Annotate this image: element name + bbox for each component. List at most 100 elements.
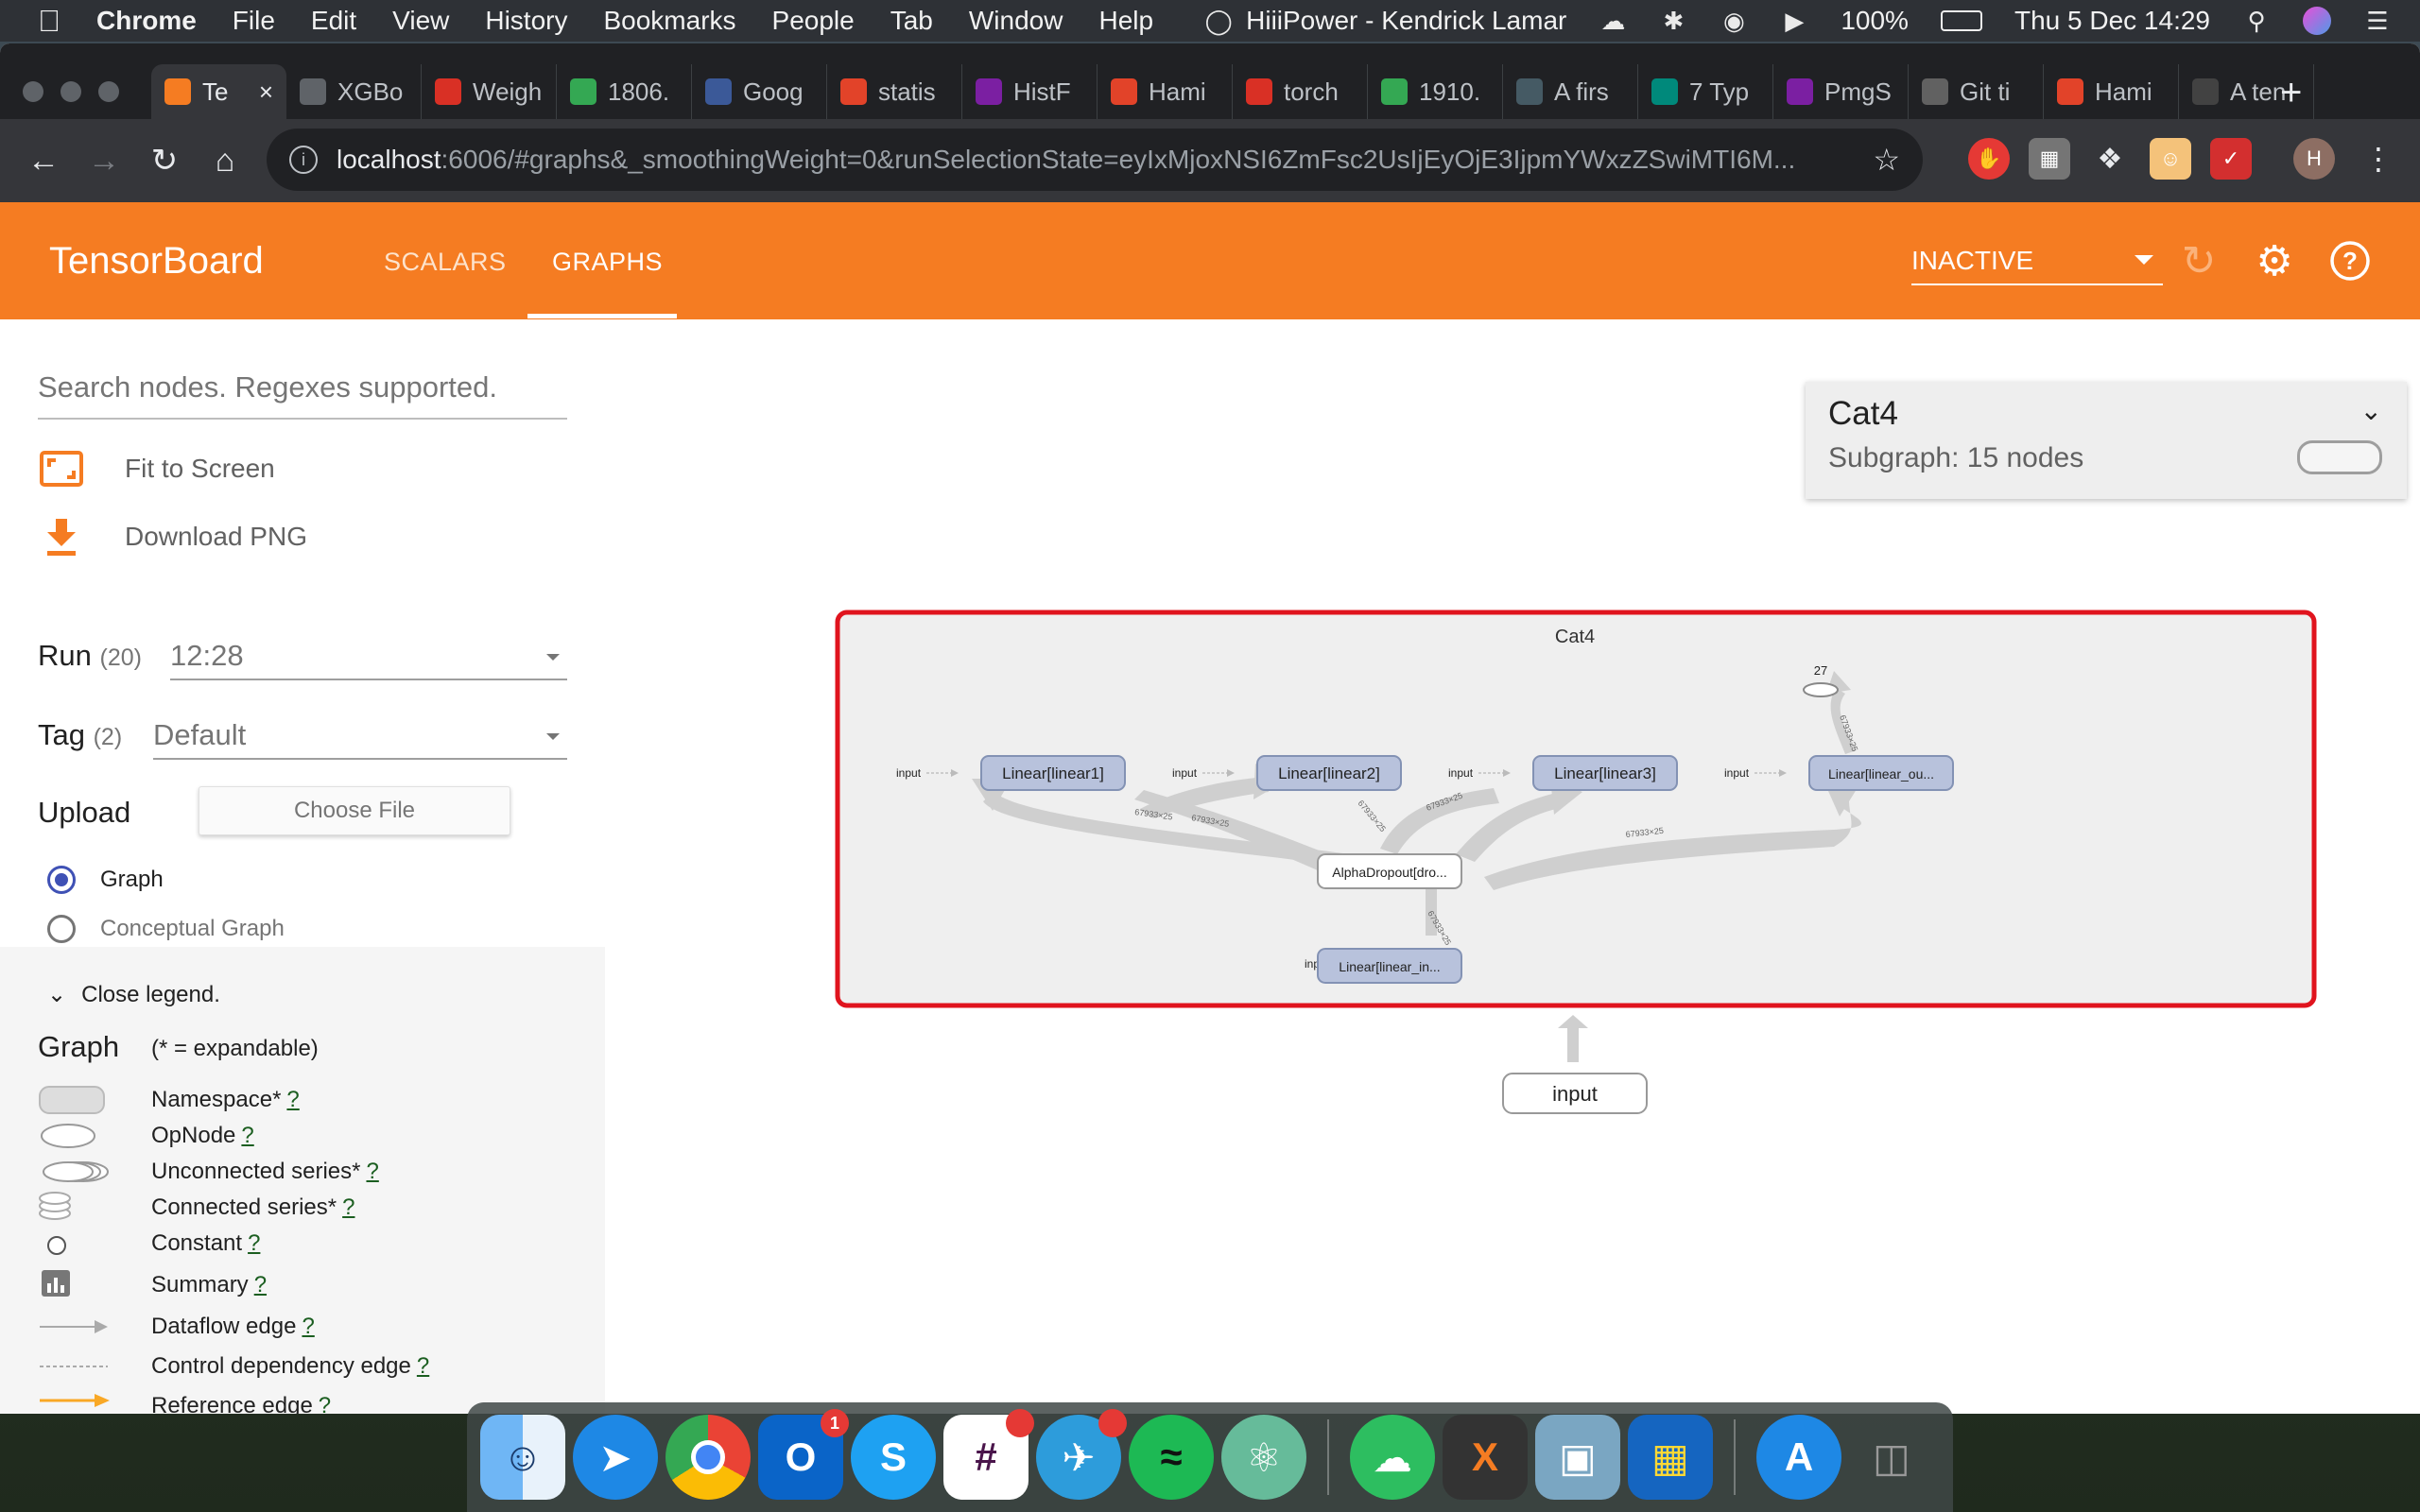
appstore-icon[interactable]: A [1756, 1415, 1841, 1500]
bookmark-extension-icon[interactable]: ❖ [2089, 138, 2131, 180]
browser-tab[interactable]: XGBo [286, 64, 422, 119]
legend-unconnected-help[interactable]: ? [366, 1159, 378, 1184]
character-extension-icon[interactable]: ☺ [2150, 138, 2191, 180]
browser-tab[interactable]: Weigh [422, 64, 557, 119]
address-bar[interactable]: i localhost :6006/#graphs&_smoothingWeig… [267, 129, 1923, 191]
outlook-icon[interactable]: O1 [758, 1409, 849, 1500]
tab-graphs[interactable]: GRAPHS [552, 248, 663, 277]
menu-tab[interactable]: Tab [890, 6, 933, 36]
browser-tab[interactable]: Git ti [1909, 64, 2044, 119]
minimize-window-button[interactable] [60, 81, 81, 102]
spotlight-search-icon[interactable]: ⚲ [2242, 7, 2271, 35]
close-window-button[interactable] [23, 81, 43, 102]
menu-view[interactable]: View [392, 6, 449, 36]
browser-tab[interactable]: Te × [151, 64, 286, 119]
extension-gray-icon[interactable]: ▦ [2029, 138, 2070, 180]
spotify-icon[interactable]: ≈ [1129, 1415, 1214, 1500]
battery-percent[interactable]: 100% [1841, 6, 1909, 36]
legend-summary-help[interactable]: ? [254, 1272, 267, 1297]
chrome-menu-icon[interactable]: ⋮ [2358, 138, 2399, 180]
plugin-select-dropdown[interactable]: INACTIVE [1911, 238, 2163, 285]
legend-control-help[interactable]: ? [417, 1353, 429, 1379]
finder-icon[interactable]: ☺ [480, 1415, 565, 1500]
menu-file[interactable]: File [233, 6, 275, 36]
settings-gear-icon[interactable]: ⚙ [2252, 238, 2297, 284]
chrome-icon[interactable] [666, 1415, 751, 1500]
graph-canvas[interactable]: Cat4 67933×25 67933×25 67933×25 67933×25… [605, 319, 2420, 1414]
browser-tab[interactable]: 7 Typ [1638, 64, 1773, 119]
chevron-down-icon[interactable]: ⌄ [2360, 395, 2382, 426]
close-tab-icon[interactable]: × [259, 77, 273, 107]
browser-tab[interactable]: statis [827, 64, 962, 119]
menu-bookmarks[interactable]: Bookmarks [603, 6, 735, 36]
siri-icon[interactable] [2303, 7, 2331, 35]
reload-data-icon[interactable]: ↻ [2176, 238, 2221, 284]
legend-connected-help[interactable]: ? [342, 1194, 354, 1220]
forward-button[interactable]: → [74, 130, 134, 191]
mail-icon[interactable]: ✈ [1036, 1409, 1127, 1500]
download-png-button[interactable]: Download PNG [38, 516, 307, 558]
namespace-cat4[interactable] [835, 610, 2317, 1008]
radio-conceptual-graph[interactable]: Conceptual Graph [47, 915, 285, 943]
tag-select[interactable]: Default [153, 713, 567, 760]
apple-menu-icon[interactable]:  [38, 4, 60, 39]
slack-icon[interactable]: # [943, 1409, 1034, 1500]
app-menu-chrome[interactable]: Chrome [96, 6, 197, 36]
back-button[interactable]: ← [13, 130, 74, 191]
browser-tab[interactable]: Hami [2044, 64, 2179, 119]
bluetooth-icon[interactable]: ✱ [1659, 7, 1687, 35]
preview-icon[interactable]: ▣ [1535, 1415, 1620, 1500]
menu-history[interactable]: History [485, 6, 567, 36]
legend-namespace-help[interactable]: ? [286, 1087, 299, 1112]
browser-tab[interactable]: 1910. [1368, 64, 1503, 119]
radio-graph-indicator[interactable] [47, 866, 76, 894]
evernote-status-icon[interactable]: ☁ [1599, 7, 1627, 35]
battery-icon[interactable] [1940, 10, 1982, 31]
wifi-icon[interactable]: ◉ [1720, 7, 1748, 35]
home-button[interactable]: ⌂ [195, 130, 255, 191]
node-search-input[interactable]: Search nodes. Regexes supported. [38, 370, 567, 420]
radio-graph[interactable]: Graph [47, 866, 164, 894]
evernote-icon[interactable]: ☁ [1350, 1415, 1435, 1500]
browser-tab[interactable]: PmgS [1773, 64, 1909, 119]
browser-tab[interactable]: HistF [962, 64, 1098, 119]
browser-tab[interactable]: 1806. [557, 64, 692, 119]
tab-scalars[interactable]: SCALARS [384, 248, 507, 277]
music-status-icon[interactable]: ◯ [1204, 7, 1233, 35]
radio-conceptual-indicator[interactable] [47, 915, 76, 943]
close-legend-toggle[interactable]: ⌄ Close legend. [47, 981, 220, 1008]
choose-file-button[interactable]: Choose File [199, 786, 510, 835]
layers-icon[interactable]: ▦ [1628, 1415, 1713, 1500]
menu-edit[interactable]: Edit [311, 6, 356, 36]
run-select[interactable]: 12:28 [170, 633, 567, 680]
fit-to-screen-button[interactable]: Fit to Screen [38, 448, 275, 490]
vpn-extension-icon[interactable]: ✓ [2210, 138, 2252, 180]
node-output-27[interactable] [1803, 682, 1839, 697]
menu-window[interactable]: Window [969, 6, 1063, 36]
legend-dataflow-help[interactable]: ? [302, 1314, 314, 1339]
atom-icon[interactable]: ⚛ [1221, 1415, 1306, 1500]
legend-opnode-help[interactable]: ? [241, 1123, 253, 1148]
skype-icon[interactable]: S [851, 1415, 936, 1500]
zoom-window-button[interactable] [98, 81, 119, 102]
site-info-icon[interactable]: i [289, 146, 318, 174]
menu-help[interactable]: Help [1098, 6, 1153, 36]
help-icon[interactable]: ? [2327, 238, 2373, 284]
x11-icon[interactable]: X [1443, 1415, 1528, 1500]
legend-constant-help[interactable]: ? [248, 1230, 260, 1256]
legend-reference-help[interactable]: ? [319, 1393, 331, 1414]
now-playing-text[interactable]: HiiiPower - Kendrick Lamar [1246, 6, 1566, 36]
bookmark-star-icon[interactable]: ☆ [1873, 142, 1900, 178]
browser-tab[interactable]: torch [1233, 64, 1368, 119]
safari-icon[interactable]: ➤ [573, 1415, 658, 1500]
reload-button[interactable]: ↻ [134, 130, 195, 191]
menu-people[interactable]: People [772, 6, 855, 36]
new-tab-button[interactable]: + [2280, 72, 2302, 114]
browser-tab[interactable]: Goog [692, 64, 827, 119]
volume-icon[interactable]: ▶ [1780, 7, 1808, 35]
browser-tab[interactable]: A firs [1503, 64, 1638, 119]
clock[interactable]: Thu 5 Dec 14:29 [2014, 6, 2210, 36]
trash-icon[interactable]: ◫ [1849, 1415, 1934, 1500]
notification-center-icon[interactable]: ☰ [2363, 7, 2392, 35]
profile-avatar[interactable]: H [2293, 138, 2335, 180]
